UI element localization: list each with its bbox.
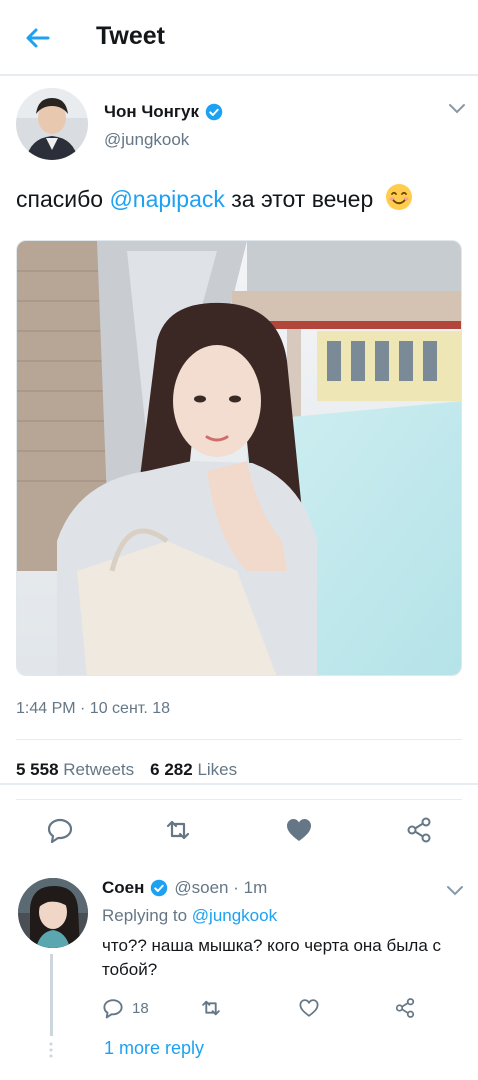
author-avatar[interactable] <box>16 88 88 160</box>
reply-reply-button[interactable]: 18 <box>102 996 149 1020</box>
reply-avatar[interactable] <box>18 878 88 948</box>
retweets-count: 5 558 <box>16 760 59 779</box>
page-title: Tweet <box>96 22 165 50</box>
top-bar: Tweet <box>0 0 478 76</box>
share-icon <box>395 998 415 1018</box>
thread-line <box>50 954 53 1036</box>
tweet-text: спасибо @napipack за этот вечер <box>16 182 414 213</box>
verified-badge-icon <box>205 103 223 121</box>
reply-text: что?? наша мышка? кого черта она была с … <box>102 936 442 979</box>
reply-author-handle[interactable]: @soen · 1m <box>174 878 267 898</box>
tweet-text-before: спасибо <box>16 186 110 212</box>
reply-header: Соен @soen · 1m <box>102 878 267 898</box>
reply-tweet[interactable]: Соен @soen · 1m Replying to @jungkook чт… <box>0 786 478 1080</box>
reply-share-button[interactable] <box>394 996 416 1020</box>
verified-badge-icon <box>151 879 168 897</box>
reply-author-name[interactable]: Соен <box>102 878 144 898</box>
chevron-down-icon[interactable] <box>448 102 466 116</box>
chevron-down-icon[interactable] <box>446 884 464 898</box>
retweet-icon <box>202 1000 220 1016</box>
arrow-left-icon <box>26 28 50 48</box>
likes-label: Likes <box>197 760 238 779</box>
retweets-stat[interactable]: 5 558 Retweets <box>16 760 134 780</box>
divider <box>16 739 462 740</box>
section-divider <box>0 783 478 785</box>
tweet-photo[interactable] <box>16 240 462 676</box>
thread-dots-icon <box>49 1042 53 1058</box>
replying-to-link[interactable]: @jungkook <box>192 906 277 925</box>
reply-retweet-button[interactable] <box>200 996 222 1020</box>
author-name-text: Чон Чонгук <box>104 102 199 121</box>
more-replies-link[interactable]: 1 more reply <box>104 1038 204 1059</box>
replying-to: Replying to @jungkook <box>102 906 277 926</box>
likes-count: 6 282 <box>150 760 193 779</box>
replying-to-prefix: Replying to <box>102 906 192 925</box>
reply-actions: 18 <box>0 996 478 1022</box>
smiling-face-emoji-icon <box>385 184 412 210</box>
reply-like-button[interactable] <box>298 996 320 1020</box>
tweet-stats: 5 558 Retweets 6 282 Likes <box>16 760 237 780</box>
reply-count: 18 <box>132 999 149 1017</box>
reply-icon <box>103 999 123 1019</box>
mention-link[interactable]: @napipack <box>109 186 224 212</box>
tweet-text-after: за этот вечер <box>224 186 374 212</box>
back-button[interactable] <box>22 22 54 54</box>
like-outline-icon <box>299 999 319 1017</box>
retweets-label: Retweets <box>63 760 135 779</box>
tweet-timestamp[interactable]: 1:44 PM · 10 сент. 18 <box>16 700 170 718</box>
likes-stat[interactable]: 6 282 Likes <box>150 760 237 780</box>
author-handle[interactable]: @jungkook <box>104 130 189 150</box>
author-name[interactable]: Чон Чонгук <box>104 102 223 122</box>
